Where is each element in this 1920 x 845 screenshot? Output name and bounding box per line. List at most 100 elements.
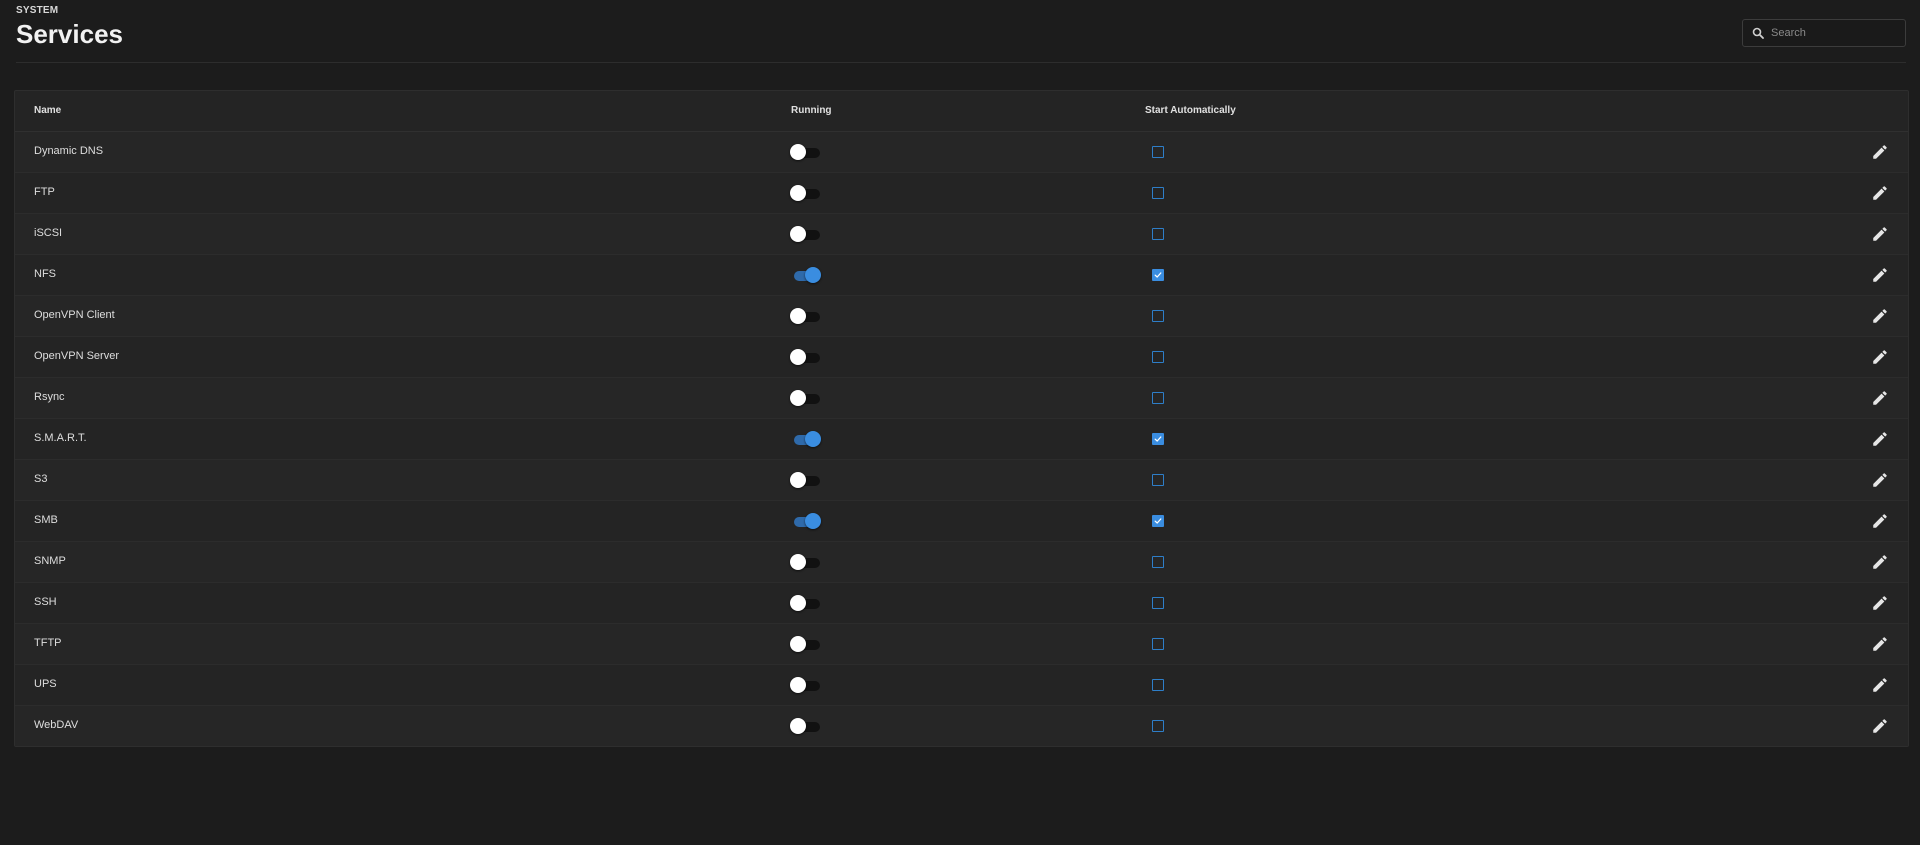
service-name: OpenVPN Client xyxy=(34,309,115,321)
pencil-icon[interactable] xyxy=(1871,184,1889,202)
toggle-thumb xyxy=(790,677,806,693)
pencil-icon[interactable] xyxy=(1871,348,1889,366)
start-automatically-checkbox[interactable] xyxy=(1152,597,1164,609)
service-name: Dynamic DNS xyxy=(34,145,104,157)
start-automatically-checkbox[interactable] xyxy=(1152,720,1164,732)
table-row: Rsync xyxy=(15,378,1908,419)
toggle-thumb xyxy=(790,308,806,324)
page-title: Services xyxy=(16,19,123,49)
column-header-start-automatically[interactable]: Start Automatically xyxy=(1145,105,1236,116)
running-toggle[interactable] xyxy=(790,267,822,283)
check-icon xyxy=(1154,436,1162,442)
toggle-thumb xyxy=(790,144,806,160)
start-automatically-checkbox[interactable] xyxy=(1152,638,1164,650)
start-automatically-checkbox[interactable] xyxy=(1152,310,1164,322)
toggle-thumb xyxy=(805,431,821,447)
start-automatically-checkbox[interactable] xyxy=(1152,187,1164,199)
column-header-name[interactable]: Name xyxy=(34,105,61,116)
pencil-icon[interactable] xyxy=(1871,430,1889,448)
running-toggle[interactable] xyxy=(790,390,822,406)
pencil-icon[interactable] xyxy=(1871,717,1889,735)
table-row: TFTP xyxy=(15,624,1908,665)
pencil-icon[interactable] xyxy=(1871,635,1889,653)
start-automatically-checkbox[interactable] xyxy=(1152,679,1164,691)
toggle-thumb xyxy=(790,185,806,201)
service-name: S.M.A.R.T. xyxy=(34,432,87,444)
service-name: WebDAV xyxy=(34,719,79,731)
pencil-icon[interactable] xyxy=(1871,553,1889,571)
start-automatically-checkbox[interactable] xyxy=(1152,146,1164,158)
pencil-icon[interactable] xyxy=(1871,225,1889,243)
table-row: S3 xyxy=(15,460,1908,501)
start-automatically-checkbox[interactable] xyxy=(1152,228,1164,240)
service-name: SMB xyxy=(34,514,58,526)
table-body: Dynamic DNS FTP iSCSI NFS OpenVPN Client Open… xyxy=(15,132,1908,746)
service-name: UPS xyxy=(34,678,57,690)
toggle-thumb xyxy=(790,472,806,488)
start-automatically-checkbox[interactable] xyxy=(1152,433,1164,445)
pencil-icon[interactable] xyxy=(1871,471,1889,489)
table-row: SMB xyxy=(15,501,1908,542)
table-row: iSCSI xyxy=(15,214,1908,255)
services-table: Name Running Start Automatically Dynamic… xyxy=(14,90,1909,747)
table-row: FTP xyxy=(15,173,1908,214)
page-header: SYSTEM Services xyxy=(16,0,1906,63)
table-row: S.M.A.R.T. xyxy=(15,419,1908,460)
table-row: NFS xyxy=(15,255,1908,296)
pencil-icon[interactable] xyxy=(1871,594,1889,612)
start-automatically-checkbox[interactable] xyxy=(1152,515,1164,527)
service-name: TFTP xyxy=(34,637,62,649)
running-toggle[interactable] xyxy=(790,226,822,242)
running-toggle[interactable] xyxy=(790,554,822,570)
start-automatically-checkbox[interactable] xyxy=(1152,269,1164,281)
running-toggle[interactable] xyxy=(790,677,822,693)
toggle-thumb xyxy=(805,267,821,283)
table-row: UPS xyxy=(15,665,1908,706)
running-toggle[interactable] xyxy=(790,513,822,529)
pencil-icon[interactable] xyxy=(1871,266,1889,284)
pencil-icon[interactable] xyxy=(1871,143,1889,161)
running-toggle[interactable] xyxy=(790,185,822,201)
running-toggle[interactable] xyxy=(790,472,822,488)
pencil-icon[interactable] xyxy=(1871,676,1889,694)
pencil-icon[interactable] xyxy=(1871,512,1889,530)
toggle-thumb xyxy=(790,349,806,365)
toggle-thumb xyxy=(790,390,806,406)
search-box[interactable] xyxy=(1742,19,1906,47)
service-name: Rsync xyxy=(34,391,65,403)
running-toggle[interactable] xyxy=(790,431,822,447)
running-toggle[interactable] xyxy=(790,308,822,324)
services-page: SYSTEM Services Name Running Start Autom… xyxy=(0,0,1920,845)
service-name: OpenVPN Server xyxy=(34,350,119,362)
start-automatically-checkbox[interactable] xyxy=(1152,474,1164,486)
service-name: SSH xyxy=(34,596,57,608)
table-row: Dynamic DNS xyxy=(15,132,1908,173)
running-toggle[interactable] xyxy=(790,718,822,734)
column-header-running[interactable]: Running xyxy=(791,105,832,116)
service-name: NFS xyxy=(34,268,56,280)
pencil-icon[interactable] xyxy=(1871,307,1889,325)
search-input[interactable] xyxy=(1771,20,1901,46)
service-name: FTP xyxy=(34,186,55,198)
start-automatically-checkbox[interactable] xyxy=(1152,351,1164,363)
table-header: Name Running Start Automatically xyxy=(15,91,1908,132)
breadcrumb[interactable]: SYSTEM xyxy=(16,5,58,16)
service-name: SNMP xyxy=(34,555,66,567)
pencil-icon[interactable] xyxy=(1871,389,1889,407)
running-toggle[interactable] xyxy=(790,144,822,160)
toggle-thumb xyxy=(805,513,821,529)
running-toggle[interactable] xyxy=(790,595,822,611)
table-row: OpenVPN Client xyxy=(15,296,1908,337)
check-icon xyxy=(1154,518,1162,524)
start-automatically-checkbox[interactable] xyxy=(1152,392,1164,404)
search-icon xyxy=(1752,27,1764,39)
running-toggle[interactable] xyxy=(790,636,822,652)
check-icon xyxy=(1154,272,1162,278)
table-row: OpenVPN Server xyxy=(15,337,1908,378)
table-row: WebDAV xyxy=(15,706,1908,746)
running-toggle[interactable] xyxy=(790,349,822,365)
toggle-thumb xyxy=(790,226,806,242)
start-automatically-checkbox[interactable] xyxy=(1152,556,1164,568)
service-name: S3 xyxy=(34,473,48,485)
toggle-thumb xyxy=(790,554,806,570)
